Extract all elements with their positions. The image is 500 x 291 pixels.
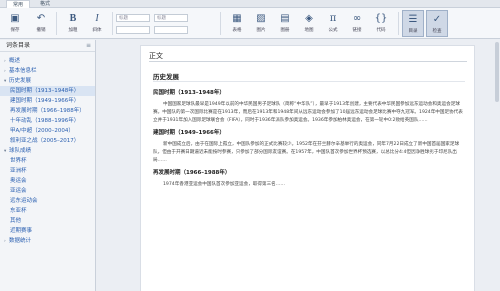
toc-item[interactable]: 再发展时期（1966–1988年） xyxy=(0,106,95,116)
undo-icon: ↶ xyxy=(36,13,46,24)
ribbon-divider xyxy=(220,12,221,35)
bold-icon: B xyxy=(69,13,77,24)
pi-icon: π xyxy=(329,13,337,24)
formula-button[interactable]: π 公式 xyxy=(322,10,344,37)
save-button[interactable]: ▣ 保存 xyxy=(4,10,26,37)
heading-style-dropdown[interactable]: 标题 xyxy=(116,14,150,22)
list-icon: ☰ xyxy=(408,14,418,25)
toc-item[interactable]: 叙利亚之战（2005–2017） xyxy=(0,136,95,146)
toc-item[interactable]: 东亚杯 xyxy=(0,206,95,216)
bold-button[interactable]: B 加粗 xyxy=(62,10,84,37)
ribbon-tabs: 常用 格式 xyxy=(0,0,500,8)
document-content: 历史发展 民国时期（1913–1948年） 中国国家足球队最早是1949年以前的… xyxy=(153,72,465,193)
toc-item[interactable]: › 数据统计 xyxy=(0,236,95,246)
table-icon: ▦ xyxy=(232,13,242,24)
image-icon: ▨ xyxy=(256,13,266,24)
map-icon: ◈ xyxy=(305,13,313,24)
paragraph: 新中国成立后，由于在国际上孤立，中国队参加的正式比赛较少。1952年在芬兰赫尔辛… xyxy=(153,142,460,163)
subsection-heading: 建国时期（1949–1966年） xyxy=(153,130,225,136)
gallery-icon: ▤ xyxy=(280,13,290,24)
toc-sidebar: 词条目录 ≡ › 概述 › 基本信息栏 ▾ 历史发展 民国时期（1913–1948年）… xyxy=(0,40,96,291)
save-icon: ▣ xyxy=(10,13,20,24)
subsection-heading: 民国时期（1913–1948年） xyxy=(153,90,225,96)
toc-item[interactable]: 甲A/中超（2000–2004） xyxy=(0,126,95,136)
toc-item[interactable]: 其他 xyxy=(0,216,95,226)
code-icon: {} xyxy=(374,13,388,24)
toc-title: 词条目录 xyxy=(6,42,31,49)
toc-item[interactable]: 奥运会 xyxy=(0,176,95,186)
toc-item[interactable]: 亚运会 xyxy=(0,186,95,196)
catalog-button[interactable]: ☰ 目录 xyxy=(402,10,424,37)
toc-item[interactable]: 亚洲杯 xyxy=(0,166,95,176)
toc-list: › 概述 › 基本信息栏 ▾ 历史发展 民国时期（1913–1948年） 建国时期（1… xyxy=(0,52,95,246)
link-icon: ∞ xyxy=(352,13,362,24)
toc-item[interactable]: 远东运动会 xyxy=(0,196,95,206)
document-area: 正文 历史发展 民国时期（1913–1948年） 中国国家足球队最早是1949年… xyxy=(97,40,500,291)
toc-header: 词条目录 ≡ xyxy=(0,40,95,52)
ribbon-divider xyxy=(56,12,57,35)
font-size-dropdown[interactable] xyxy=(116,26,150,34)
table-button[interactable]: ▦ 表格 xyxy=(226,10,248,37)
ribbon-divider xyxy=(112,12,113,35)
paragraph-dropdown[interactable] xyxy=(154,26,188,34)
gallery-button[interactable]: ▤ 图册 xyxy=(274,10,296,37)
toc-item[interactable]: 十年动乱（1988–1996年） xyxy=(0,116,95,126)
map-button[interactable]: ◈ 地图 xyxy=(298,10,320,37)
ribbon-divider xyxy=(398,12,399,35)
toc-item[interactable]: ▾ 历史发展 xyxy=(0,76,95,86)
page-title: 正文 xyxy=(149,50,467,62)
heading-style-dropdown-2[interactable]: 标题 xyxy=(154,14,188,22)
link-button[interactable]: ∞ 链接 xyxy=(346,10,368,37)
toc-item[interactable]: 世界杯 xyxy=(0,156,95,166)
paragraph: 1974年香港亚运会中国队首次参加亚运会，取得第三名…… xyxy=(163,182,285,187)
collapse-icon[interactable]: ≡ xyxy=(86,40,91,52)
toc-item[interactable]: 建国时期（1949–1966年） xyxy=(0,96,95,106)
document-page[interactable]: 正文 历史发展 民国时期（1913–1948年） 中国国家足球队最早是1949年… xyxy=(140,45,475,291)
tab-common[interactable]: 常用 xyxy=(6,0,31,8)
toc-item[interactable]: › 概述 xyxy=(0,56,95,66)
italic-icon: I xyxy=(95,13,99,24)
toc-item[interactable]: ▾ 球队成绩 xyxy=(0,146,95,156)
undo-button[interactable]: ↶ 撤销 xyxy=(30,10,52,37)
toc-item[interactable]: › 基本信息栏 xyxy=(0,66,95,76)
tab-format[interactable]: 格式 xyxy=(34,0,56,8)
check-button[interactable]: ✓ 检查 xyxy=(426,10,448,37)
vertical-scrollbar[interactable] xyxy=(495,42,499,102)
toc-item[interactable]: 近期赛事 xyxy=(0,226,95,236)
code-button[interactable]: {} 代码 xyxy=(370,10,392,37)
image-button[interactable]: ▨ 图片 xyxy=(250,10,272,37)
paragraph: 中国国家足球队最早是1949年以前的中华民国男子足球队（简称“中华队”），最早于… xyxy=(153,102,463,123)
italic-button[interactable]: I 斜体 xyxy=(86,10,108,37)
subsection-heading: 再发展时期（1966–1988年） xyxy=(153,170,231,176)
ribbon-toolbar: ▣ 保存 ↶ 撤销 B 加粗 I 斜体 标题 标题 ▦ 表格 ▨ 图片 ▤ 图册… xyxy=(0,8,500,39)
check-icon: ✓ xyxy=(432,14,442,25)
toc-item[interactable]: 民国时期（1913–1948年） xyxy=(0,86,95,96)
section-heading: 历史发展 xyxy=(153,72,465,82)
